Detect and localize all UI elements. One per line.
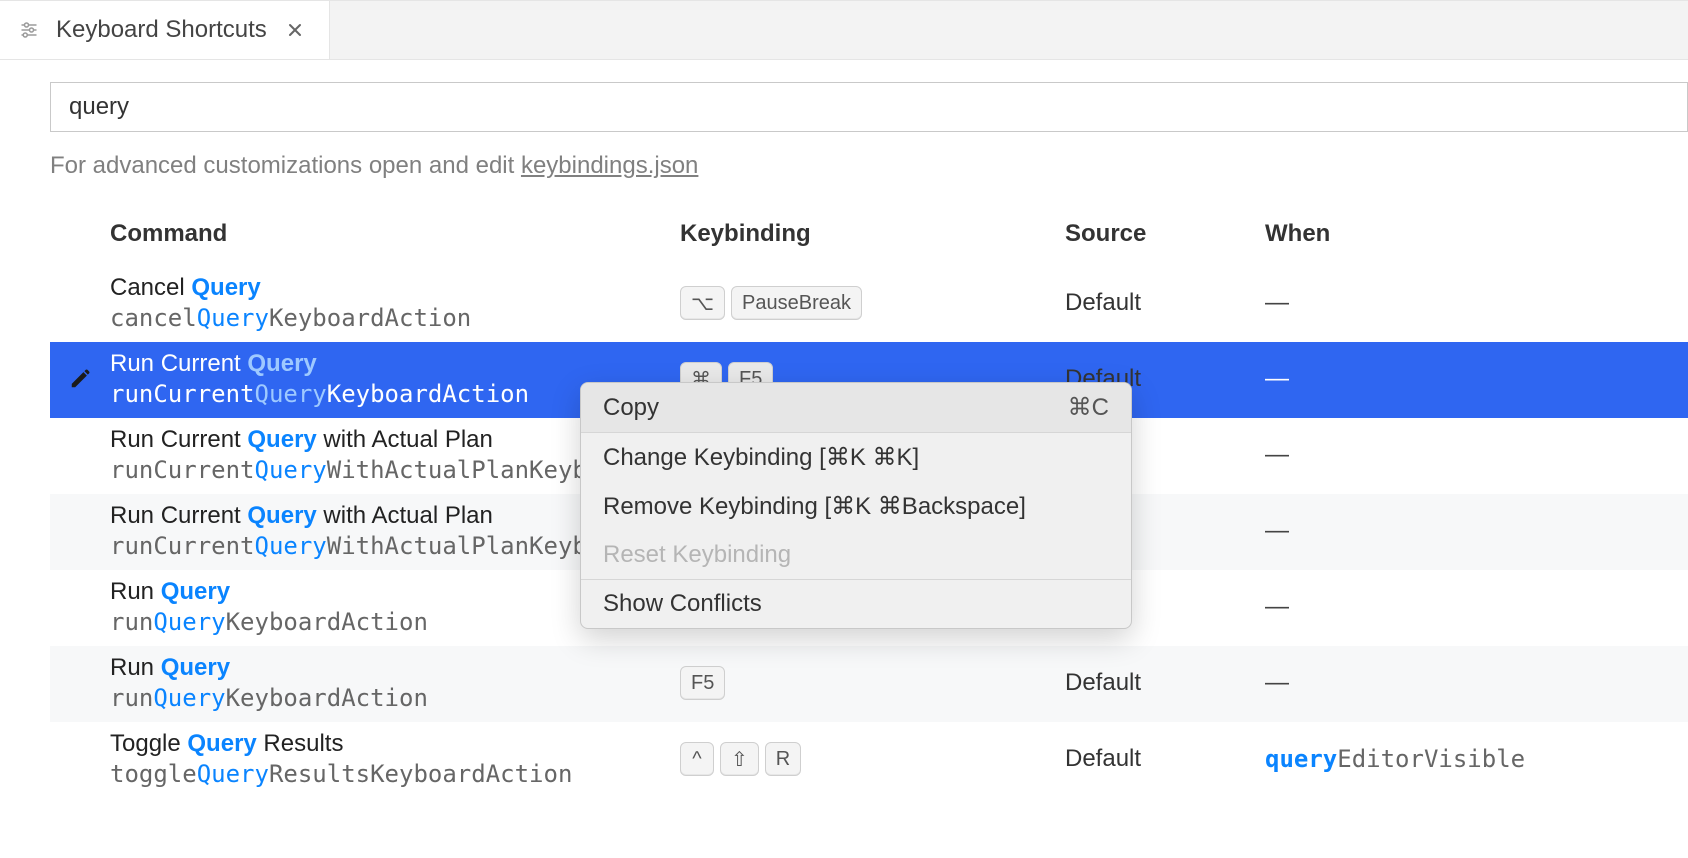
header-when[interactable]: When xyxy=(1265,220,1688,248)
context-change-keybinding[interactable]: Change Keybinding [⌘K ⌘K] xyxy=(581,433,1131,482)
context-menu: Copy ⌘C Change Keybinding [⌘K ⌘K] Remove… xyxy=(580,382,1132,629)
context-copy-label: Copy xyxy=(603,394,659,422)
preferences-icon xyxy=(18,19,40,41)
search-input[interactable] xyxy=(50,82,1688,132)
context-copy-shortcut: ⌘C xyxy=(1068,393,1109,422)
context-show-conflicts-label: Show Conflicts xyxy=(603,590,762,618)
when-cell: queryEditorVisible xyxy=(1265,745,1525,773)
header-keybinding[interactable]: Keybinding xyxy=(680,220,1065,248)
key-cap: ^ xyxy=(680,742,714,776)
keybindings-json-link[interactable]: keybindings.json xyxy=(521,152,698,179)
when-cell: — xyxy=(1265,669,1287,696)
source-cell: Default xyxy=(1065,289,1265,317)
table-row[interactable]: Toggle Query Results toggleQueryResultsK… xyxy=(50,722,1688,798)
table-row[interactable]: Cancel Query cancelQueryKeyboardAction ⌥… xyxy=(50,266,1688,342)
header-command[interactable]: Command xyxy=(110,220,680,248)
key-cap: ⇧ xyxy=(720,742,759,776)
context-reset-label: Reset Keybinding xyxy=(603,541,791,569)
hint-prefix: For advanced customizations open and edi… xyxy=(50,152,521,179)
key-cap: PauseBreak xyxy=(731,286,862,320)
tab-keyboard-shortcuts[interactable]: Keyboard Shortcuts xyxy=(0,1,330,59)
key-cap: F5 xyxy=(680,666,725,700)
table-header: Command Keybinding Source When xyxy=(50,220,1688,266)
when-cell: — xyxy=(1265,365,1287,392)
when-cell: — xyxy=(1265,441,1287,468)
context-reset-keybinding: Reset Keybinding xyxy=(581,531,1131,579)
header-source[interactable]: Source xyxy=(1065,220,1265,248)
tabbar: Keyboard Shortcuts xyxy=(0,0,1688,60)
source-cell: Default xyxy=(1065,669,1265,697)
context-show-conflicts[interactable]: Show Conflicts xyxy=(581,580,1131,628)
close-icon[interactable] xyxy=(283,18,307,42)
advanced-hint: For advanced customizations open and edi… xyxy=(50,152,1688,180)
when-cell: — xyxy=(1265,289,1287,316)
key-cap: ⌥ xyxy=(680,286,725,320)
table-row[interactable]: Run Query runQueryKeyboardAction F5 Defa… xyxy=(50,646,1688,722)
context-remove-label: Remove Keybinding [⌘K ⌘Backspace] xyxy=(603,492,1026,521)
when-cell: — xyxy=(1265,593,1287,620)
context-remove-keybinding[interactable]: Remove Keybinding [⌘K ⌘Backspace] xyxy=(581,482,1131,531)
source-cell: Default xyxy=(1065,745,1265,773)
context-change-label: Change Keybinding [⌘K ⌘K] xyxy=(603,443,919,472)
context-copy[interactable]: Copy ⌘C xyxy=(581,383,1131,432)
pencil-icon[interactable] xyxy=(69,368,91,390)
row-gutter xyxy=(50,368,110,390)
tab-title: Keyboard Shortcuts xyxy=(56,16,267,44)
when-cell: — xyxy=(1265,517,1287,544)
key-cap: R xyxy=(765,742,801,776)
